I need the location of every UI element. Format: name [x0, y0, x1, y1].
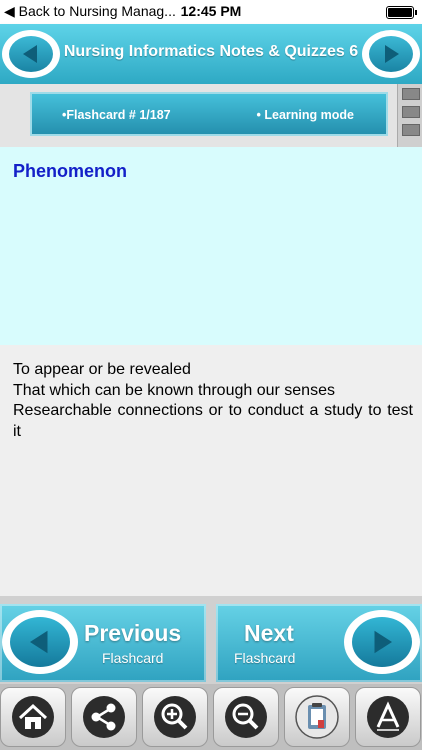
previous-flashcard-button[interactable]: Previous Flashcard — [0, 604, 206, 682]
definition-line: Researchable connections or to conduct a… — [13, 402, 413, 440]
flashcard-info-bar: •Flashcard # 1/187 • Learning mode — [30, 92, 388, 136]
flashcard-navigation: Previous Flashcard Next Flashcard — [0, 596, 422, 684]
flashcard-counter: •Flashcard # 1/187 — [62, 108, 171, 122]
font-settings-button[interactable] — [355, 687, 421, 747]
status-bar: ◀ Back to Nursing Manag... 12:45 PM — [0, 0, 422, 24]
learning-mode-label: • Learning mode — [256, 108, 354, 122]
header-forward-button[interactable] — [362, 30, 420, 78]
zoom-in-icon — [154, 696, 196, 738]
arrow-left-icon — [30, 630, 48, 654]
previous-sublabel: Flashcard — [102, 650, 164, 666]
zoom-out-button[interactable] — [213, 687, 279, 747]
share-button[interactable] — [71, 687, 137, 747]
film-strip-icon[interactable] — [397, 84, 422, 147]
arrow-right-icon — [385, 45, 399, 63]
header-bar: Nursing Informatics Notes & Quizzes 6 — [0, 24, 422, 84]
page-title: Nursing Informatics Notes & Quizzes 6 — [63, 43, 359, 60]
clipboard-button[interactable] — [284, 687, 350, 747]
zoom-in-button[interactable] — [142, 687, 208, 747]
share-icon — [83, 696, 125, 738]
arrow-left-icon — [23, 45, 37, 63]
home-icon — [12, 696, 54, 738]
flashcard-definition: To appear or be revealed That which can … — [13, 360, 413, 442]
definition-line: To appear or be revealed — [13, 361, 191, 378]
info-strip: •Flashcard # 1/187 • Learning mode — [0, 84, 422, 147]
status-time: 12:45 PM — [180, 3, 242, 19]
flashcard-term: Phenomenon — [13, 161, 128, 181]
bottom-toolbar — [0, 684, 422, 750]
definition-line: That which can be known through our sens… — [13, 381, 335, 399]
previous-label: Previous — [84, 620, 182, 646]
next-label: Next — [244, 620, 294, 646]
arrow-right-icon — [374, 630, 392, 654]
term-panel: Phenomenon — [0, 147, 422, 345]
font-icon — [367, 696, 409, 738]
battery-icon — [386, 6, 417, 19]
next-flashcard-button[interactable]: Next Flashcard — [216, 604, 422, 682]
clipboard-icon — [295, 695, 339, 739]
home-button[interactable] — [0, 687, 66, 747]
zoom-out-icon — [225, 696, 267, 738]
header-back-button[interactable] — [2, 30, 60, 78]
next-sublabel: Flashcard — [234, 650, 296, 666]
